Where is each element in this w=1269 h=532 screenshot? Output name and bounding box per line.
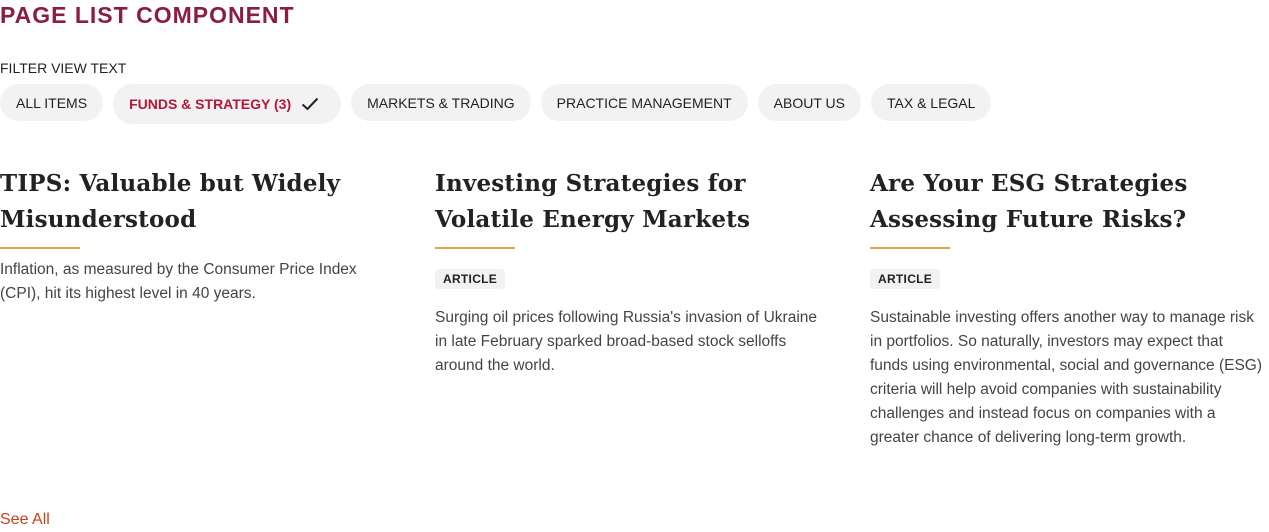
card-description: Sustainable investing offers another way… bbox=[870, 309, 1263, 446]
see-all-link[interactable]: See All bbox=[0, 510, 50, 530]
card-type-badge: ARTICLE bbox=[870, 269, 941, 289]
filter-chip-row: ALL ITEMS FUNDS & STRATEGY (3) MARKETS &… bbox=[0, 84, 992, 124]
filter-chip-markets-trading[interactable]: MARKETS & TRADING bbox=[351, 84, 531, 121]
filter-chip-label: MARKETS & TRADING bbox=[367, 94, 515, 111]
page-list-component: PAGE LIST COMPONENT FILTER VIEW TEXT ALL… bbox=[0, 0, 1269, 532]
article-card: TIPS: Valuable but Widely Misunderstood … bbox=[0, 166, 395, 306]
card-title-link[interactable]: Investing Strategies for Volatile Energy… bbox=[435, 166, 830, 238]
card-divider bbox=[435, 247, 515, 249]
card-title-link[interactable]: Are Your ESG Strategies Assessing Future… bbox=[870, 166, 1265, 238]
filter-chip-about-us[interactable]: ABOUT US bbox=[757, 84, 861, 121]
filter-chip-tax-legal[interactable]: TAX & LEGAL bbox=[870, 84, 992, 121]
card-title-link[interactable]: TIPS: Valuable but Widely Misunderstood bbox=[0, 166, 395, 238]
checkmark-icon bbox=[301, 97, 319, 111]
filter-chip-label: FUNDS & STRATEGY (3) bbox=[129, 96, 292, 112]
filter-chip-label: PRACTICE MANAGEMENT bbox=[556, 94, 732, 111]
article-card: Are Your ESG Strategies Assessing Future… bbox=[870, 166, 1265, 450]
card-divider bbox=[0, 247, 80, 249]
card-description: Surging oil prices following Russia's in… bbox=[435, 309, 818, 374]
card-type-badge: ARTICLE bbox=[435, 269, 506, 289]
component-title: PAGE LIST COMPONENT bbox=[0, 2, 295, 28]
filter-chip-label: TAX & LEGAL bbox=[886, 94, 976, 111]
filter-chip-funds-strategy[interactable]: FUNDS & STRATEGY (3) bbox=[113, 84, 342, 124]
filter-chip-label: ALL ITEMS bbox=[16, 94, 88, 111]
card-divider bbox=[870, 247, 950, 249]
article-card: Investing Strategies for Volatile Energy… bbox=[435, 166, 830, 378]
filter-label: FILTER VIEW TEXT bbox=[0, 60, 127, 76]
filter-chip-label: ABOUT US bbox=[773, 94, 845, 111]
filter-chip-practice-management[interactable]: PRACTICE MANAGEMENT bbox=[540, 84, 748, 121]
card-description: Inflation, as measured by the Consumer P… bbox=[0, 261, 357, 302]
filter-chip-all-items[interactable]: ALL ITEMS bbox=[0, 84, 104, 121]
